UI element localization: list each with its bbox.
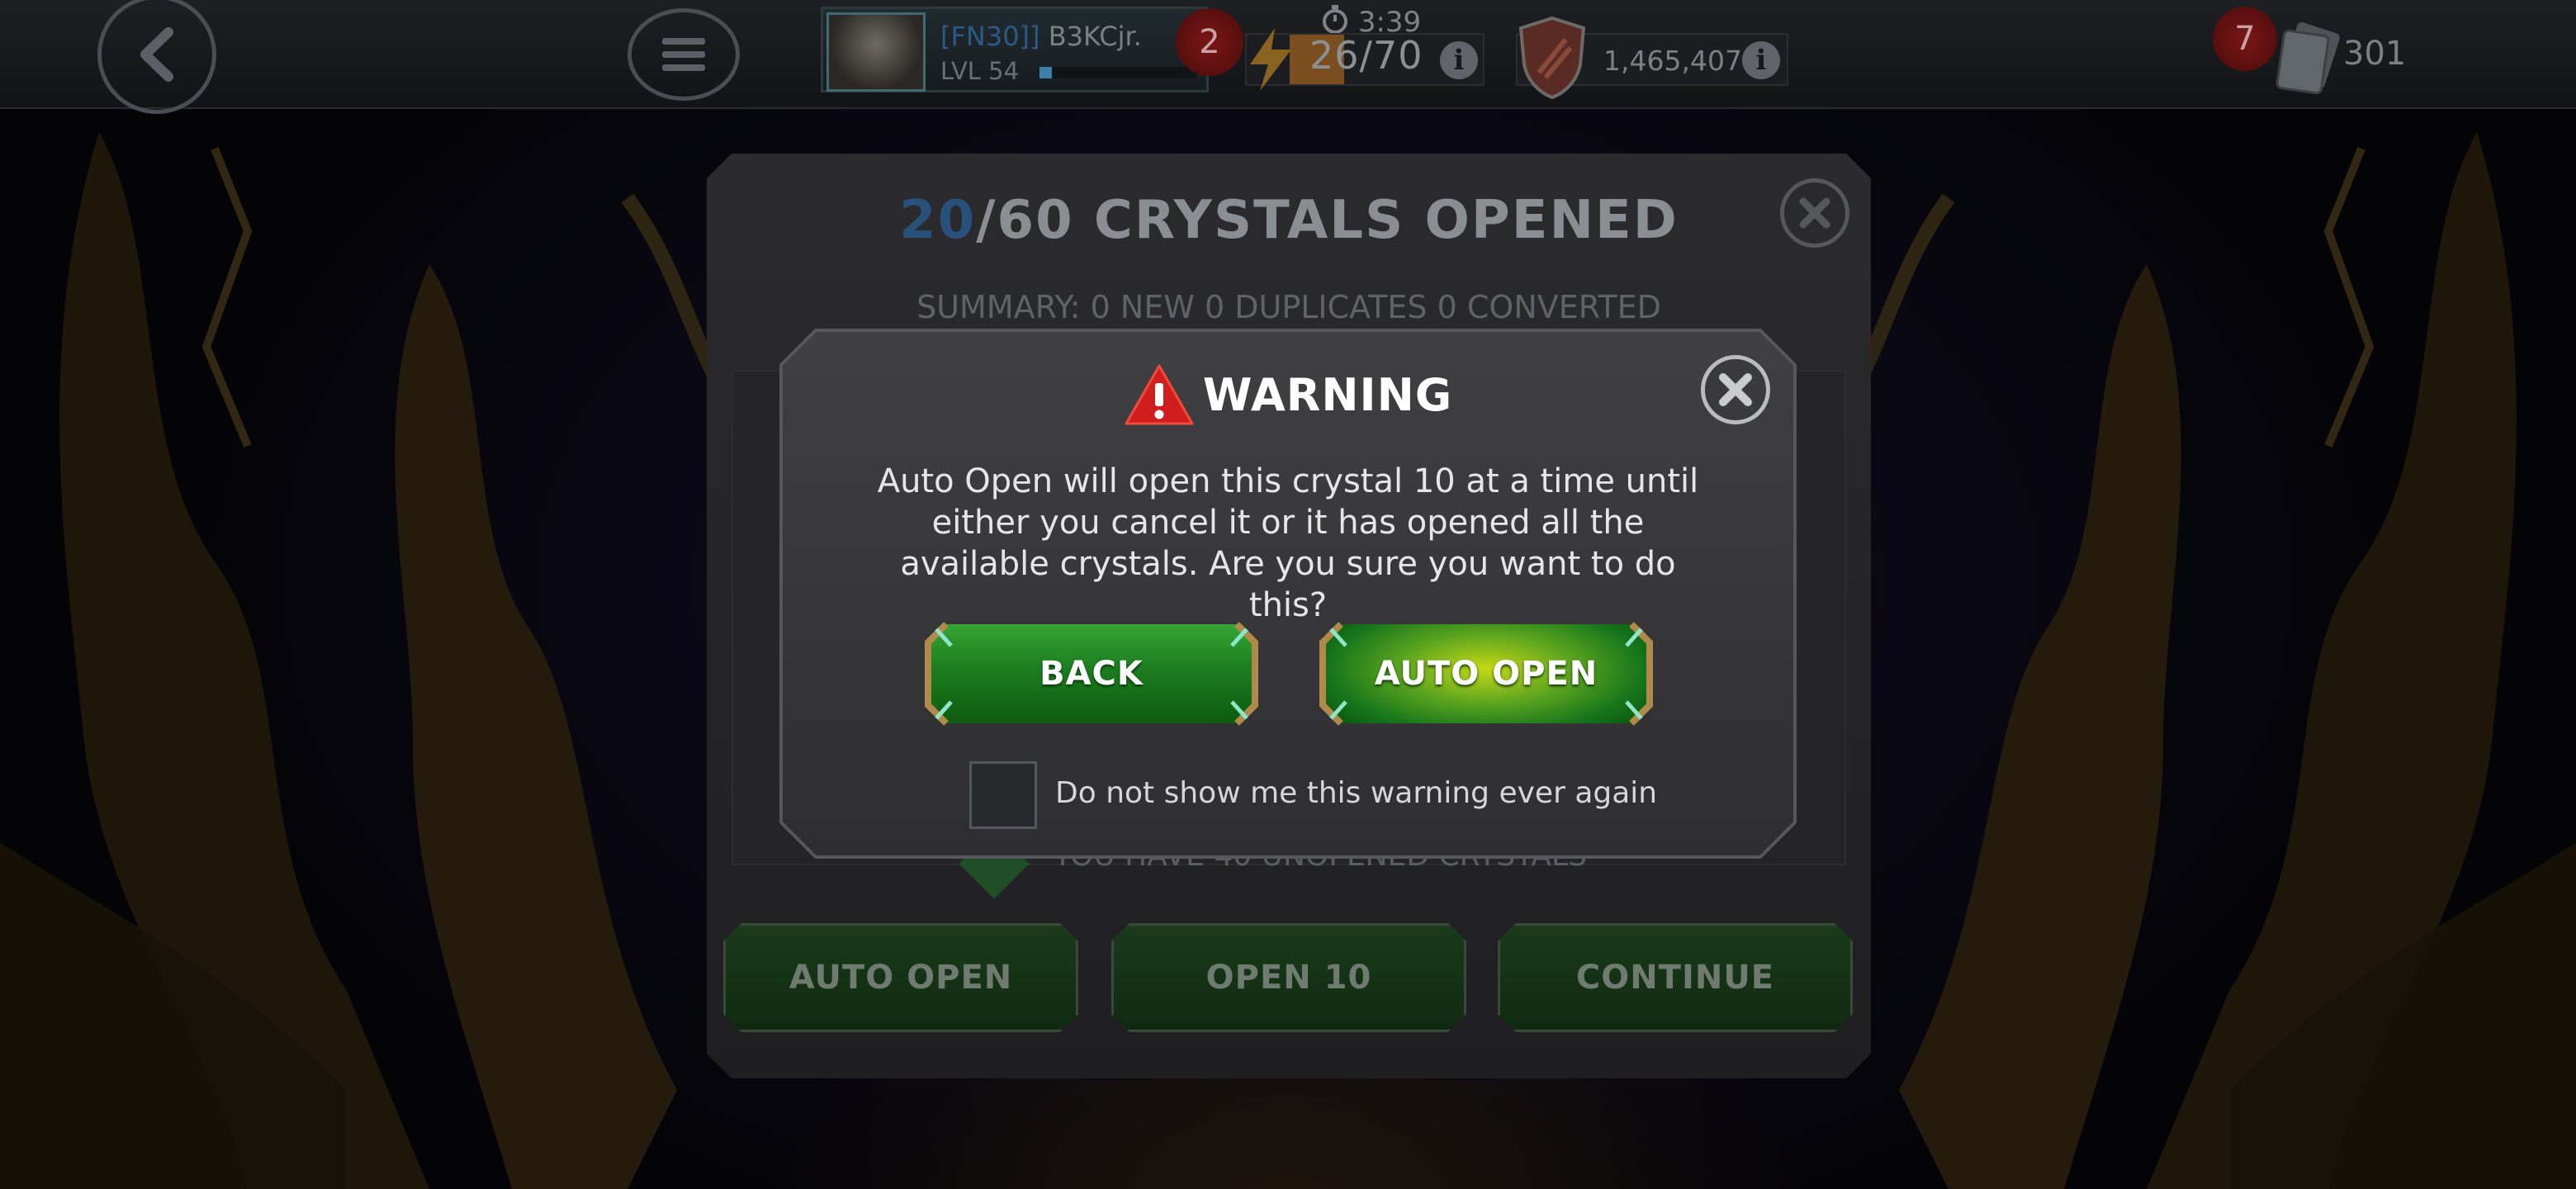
panel-title: 20/60 CRYSTALS OPENED	[707, 190, 1871, 251]
crystals-opened-total: /60 CRYSTALS OPENED	[976, 190, 1679, 251]
notification-badge[interactable]: 2	[1176, 8, 1243, 76]
top-bar: [FN30]] B3KCjr. LVL 54 2 3:39 26/70 i 1,…	[0, 0, 2576, 114]
units-value: 1,465,407	[1603, 45, 1742, 77]
stopwatch-icon	[1323, 5, 1347, 34]
player-level: LVL 54	[940, 57, 1020, 85]
warning-close-button[interactable]	[1701, 355, 1770, 424]
panel-summary: SUMMARY: 0 NEW 0 DUPLICATES 0 CONVERTED	[916, 289, 1661, 325]
warning-message: Auto Open will open this crystal 10 at a…	[877, 462, 1699, 624]
info-icon[interactable]: i	[1440, 41, 1478, 79]
cards-icon	[2275, 21, 2340, 95]
back-button-warning[interactable]: BACK	[921, 618, 1262, 730]
crystals-opened-count: 20	[899, 190, 977, 251]
menu-button[interactable]	[627, 8, 740, 101]
back-button[interactable]	[97, 0, 216, 114]
player-name-text: B3KCjr.	[1048, 21, 1142, 52]
avatar	[826, 12, 926, 92]
lightning-bolt-icon	[1250, 28, 1291, 91]
auto-open-button-label: AUTO OPEN	[1374, 655, 1598, 693]
close-icon	[1719, 373, 1752, 406]
panel-auto-open-button[interactable]: AUTO OPEN	[723, 923, 1078, 1032]
hamburger-menu-icon	[662, 38, 705, 71]
shield-icon	[1518, 16, 1586, 100]
dont-show-again-label[interactable]: Do not show me this warning ever again	[1055, 776, 1657, 810]
panel-open-10-button[interactable]: OPEN 10	[1111, 923, 1466, 1032]
warning-title: WARNING	[1202, 368, 1453, 421]
xp-bar-fill	[1039, 67, 1053, 78]
back-button-label: BACK	[1039, 655, 1144, 693]
panel-close-button[interactable]	[1780, 178, 1849, 248]
panel-continue-button[interactable]: CONTINUE	[1498, 923, 1853, 1032]
warning-header: WARNING	[779, 363, 1797, 426]
auto-open-confirm-button[interactable]: AUTO OPEN	[1316, 618, 1656, 730]
cards-value: 301	[2343, 35, 2407, 73]
player-name: [FN30]] B3KCjr.	[940, 21, 1142, 52]
warning-triangle-icon	[1125, 364, 1194, 425]
close-icon	[1799, 197, 1830, 229]
energy-value: 26/70	[1309, 33, 1423, 78]
xp-bar	[1039, 67, 1196, 78]
alliance-tag: [FN30]]	[940, 21, 1040, 52]
player-profile[interactable]: [FN30]] B3KCjr. LVL 54	[821, 7, 1209, 92]
info-icon[interactable]: i	[1742, 41, 1780, 79]
dont-show-again-checkbox[interactable]	[969, 761, 1037, 829]
chevron-left-icon	[140, 27, 173, 82]
